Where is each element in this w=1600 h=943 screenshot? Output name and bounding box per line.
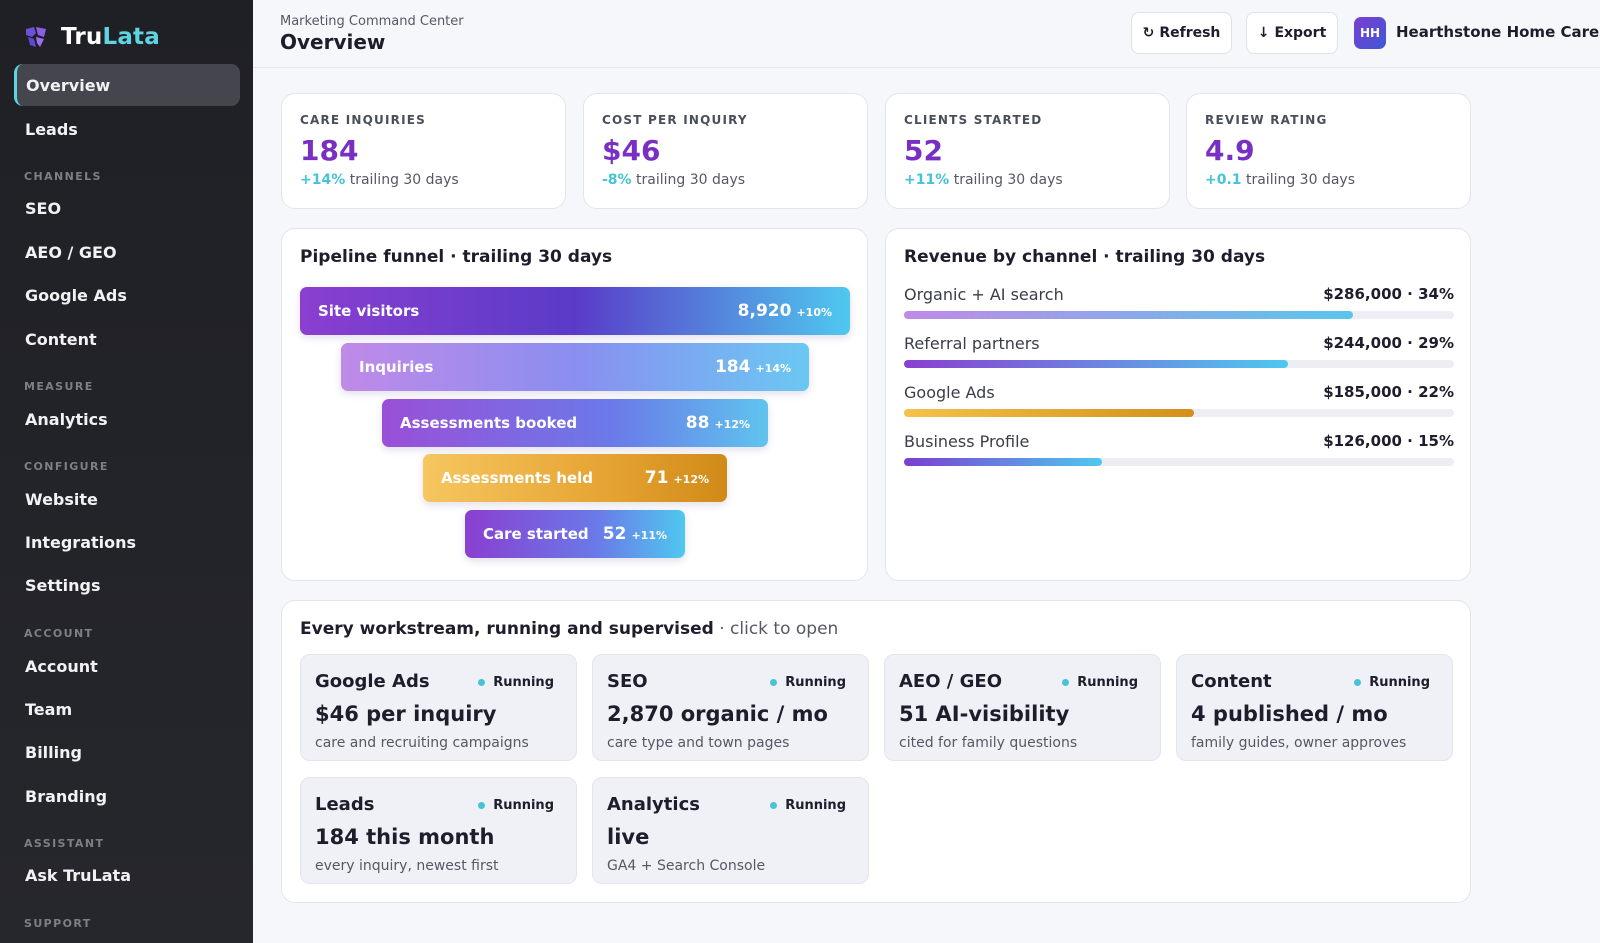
funnel-stage-inquiries[interactable]: Inquiries 184 +14% [341, 343, 809, 391]
status-dot-icon [1354, 679, 1362, 686]
workstream-card-google-ads[interactable]: Google Ads Running $46 per inquiry care … [300, 654, 577, 761]
revenue-bar [904, 458, 1102, 466]
panel-title: Pipeline funnel · trailing 30 days [300, 247, 613, 267]
sidebar-item-billing[interactable]: Billing [14, 731, 240, 773]
funnel-stage-care-started[interactable]: Care started 52 +11% [465, 510, 685, 558]
kpi-value: 4.9 [1205, 134, 1255, 167]
kpi-value: 52 [904, 134, 943, 167]
workstream-card-seo[interactable]: SEO Running 2,870 organic / mo care type… [592, 654, 869, 761]
kpi-card-care-inquiries[interactable]: CARE INQUIRIES 184 +14% trailing 30 days [281, 93, 566, 209]
sidebar-item-leads[interactable]: Leads [14, 108, 240, 150]
revenue-bar [904, 409, 1194, 417]
kpi-label: REVIEW RATING [1205, 113, 1328, 127]
revenue-bar [904, 360, 1288, 368]
revenue-bar [904, 311, 1353, 319]
status-dot-icon [1062, 679, 1070, 686]
page-title: Overview [280, 30, 386, 54]
kpi-value: $46 [602, 134, 661, 167]
sidebar-item-content[interactable]: Content [14, 318, 240, 360]
sidebar-item-analytics[interactable]: Analytics [14, 398, 240, 440]
workstream-card-analytics[interactable]: Analytics Running live GA4 + Search Cons… [592, 777, 869, 884]
funnel-stage-site-visitors[interactable]: Site visitors 8,920 +10% [300, 287, 850, 335]
status-badge: Running [478, 675, 554, 690]
funnel-stage-assessments-booked[interactable]: Assessments booked 88 +12% [382, 399, 768, 447]
section-measure: MEASURE [24, 380, 94, 393]
panel-title: Revenue by channel · trailing 30 days [904, 247, 1266, 267]
kpi-card-cost-per-inquiry[interactable]: COST PER INQUIRY $46 -8% trailing 30 day… [583, 93, 868, 209]
refresh-button[interactable]: ↻ Refresh [1131, 12, 1232, 54]
kpi-label: CARE INQUIRIES [300, 113, 426, 127]
sidebar-item-account[interactable]: Account [14, 645, 240, 687]
kpi-sub: +0.1 trailing 30 days [1205, 172, 1355, 188]
logo-icon [26, 27, 46, 47]
kpi-sub: -8% trailing 30 days [602, 172, 746, 188]
kpi-sub: +14% trailing 30 days [300, 172, 459, 188]
status-badge: Running [770, 675, 846, 690]
section-support: SUPPORT [24, 917, 92, 930]
sidebar-item-google-ads[interactable]: Google Ads [14, 274, 240, 316]
workstream-card-content[interactable]: Content Running 4 published / mo family … [1176, 654, 1453, 761]
workstream-card-aeo-geo[interactable]: AEO / GEO Running 51 AI-visibility cited… [884, 654, 1161, 761]
section-channels: CHANNELS [24, 170, 102, 183]
status-badge: Running [478, 798, 554, 813]
section-account: ACCOUNT [24, 627, 94, 640]
pipeline-funnel-panel: Pipeline funnel · trailing 30 days Site … [281, 228, 868, 581]
sidebar-item-aeo-geo[interactable]: AEO / GEO [14, 231, 240, 273]
refresh-icon: ↻ [1142, 25, 1155, 41]
avatar[interactable]: HH [1354, 17, 1386, 49]
kpi-sub: +11% trailing 30 days [904, 172, 1063, 188]
sidebar-item-team[interactable]: Team [14, 688, 240, 730]
status-badge: Running [1354, 675, 1430, 690]
status-dot-icon [770, 802, 778, 809]
brand-name: TruLata [61, 24, 160, 50]
revenue-by-channel-panel: Revenue by channel · trailing 30 days Or… [885, 228, 1471, 581]
funnel-stage-assessments-held[interactable]: Assessments held 71 +12% [423, 454, 727, 502]
workstream-card-leads[interactable]: Leads Running 184 this month every inqui… [300, 777, 577, 884]
export-button[interactable]: ↓ Export [1246, 12, 1338, 54]
breadcrumb: Marketing Command Center [280, 14, 464, 29]
sidebar-item-settings[interactable]: Settings [14, 564, 240, 606]
kpi-value: 184 [300, 134, 359, 167]
brand[interactable]: TruLata [0, 0, 253, 74]
sidebar-item-branding[interactable]: Branding [14, 775, 240, 817]
panel-title: Every workstream, running and supervised… [300, 619, 839, 639]
status-badge: Running [770, 798, 846, 813]
status-dot-icon [770, 679, 778, 686]
kpi-card-review-rating[interactable]: REVIEW RATING 4.9 +0.1 trailing 30 days [1186, 93, 1471, 209]
kpi-label: CLIENTS STARTED [904, 113, 1043, 127]
section-configure: CONFIGURE [24, 460, 109, 473]
download-icon: ↓ [1257, 25, 1270, 41]
top-header: Marketing Command Center Overview ↻ Refre… [253, 0, 1600, 68]
sidebar: TruLata Overview Leads CHANNELS SEO AEO … [0, 0, 253, 943]
sidebar-item-ask-trulata[interactable]: Ask TruLata [14, 854, 240, 896]
sidebar-item-website[interactable]: Website [14, 478, 240, 520]
workstreams-panel: Every workstream, running and supervised… [281, 600, 1471, 903]
section-assistant: ASSISTANT [24, 837, 105, 850]
sidebar-item-seo[interactable]: SEO [14, 187, 240, 229]
status-dot-icon [478, 679, 486, 686]
kpi-label: COST PER INQUIRY [602, 113, 748, 127]
status-dot-icon [478, 802, 486, 809]
sidebar-item-overview[interactable]: Overview [14, 64, 240, 106]
organization-name[interactable]: Hearthstone Home Care [1396, 23, 1599, 41]
kpi-card-clients-started[interactable]: CLIENTS STARTED 52 +11% trailing 30 days [885, 93, 1170, 209]
sidebar-item-integrations[interactable]: Integrations [14, 521, 240, 563]
status-badge: Running [1062, 675, 1138, 690]
